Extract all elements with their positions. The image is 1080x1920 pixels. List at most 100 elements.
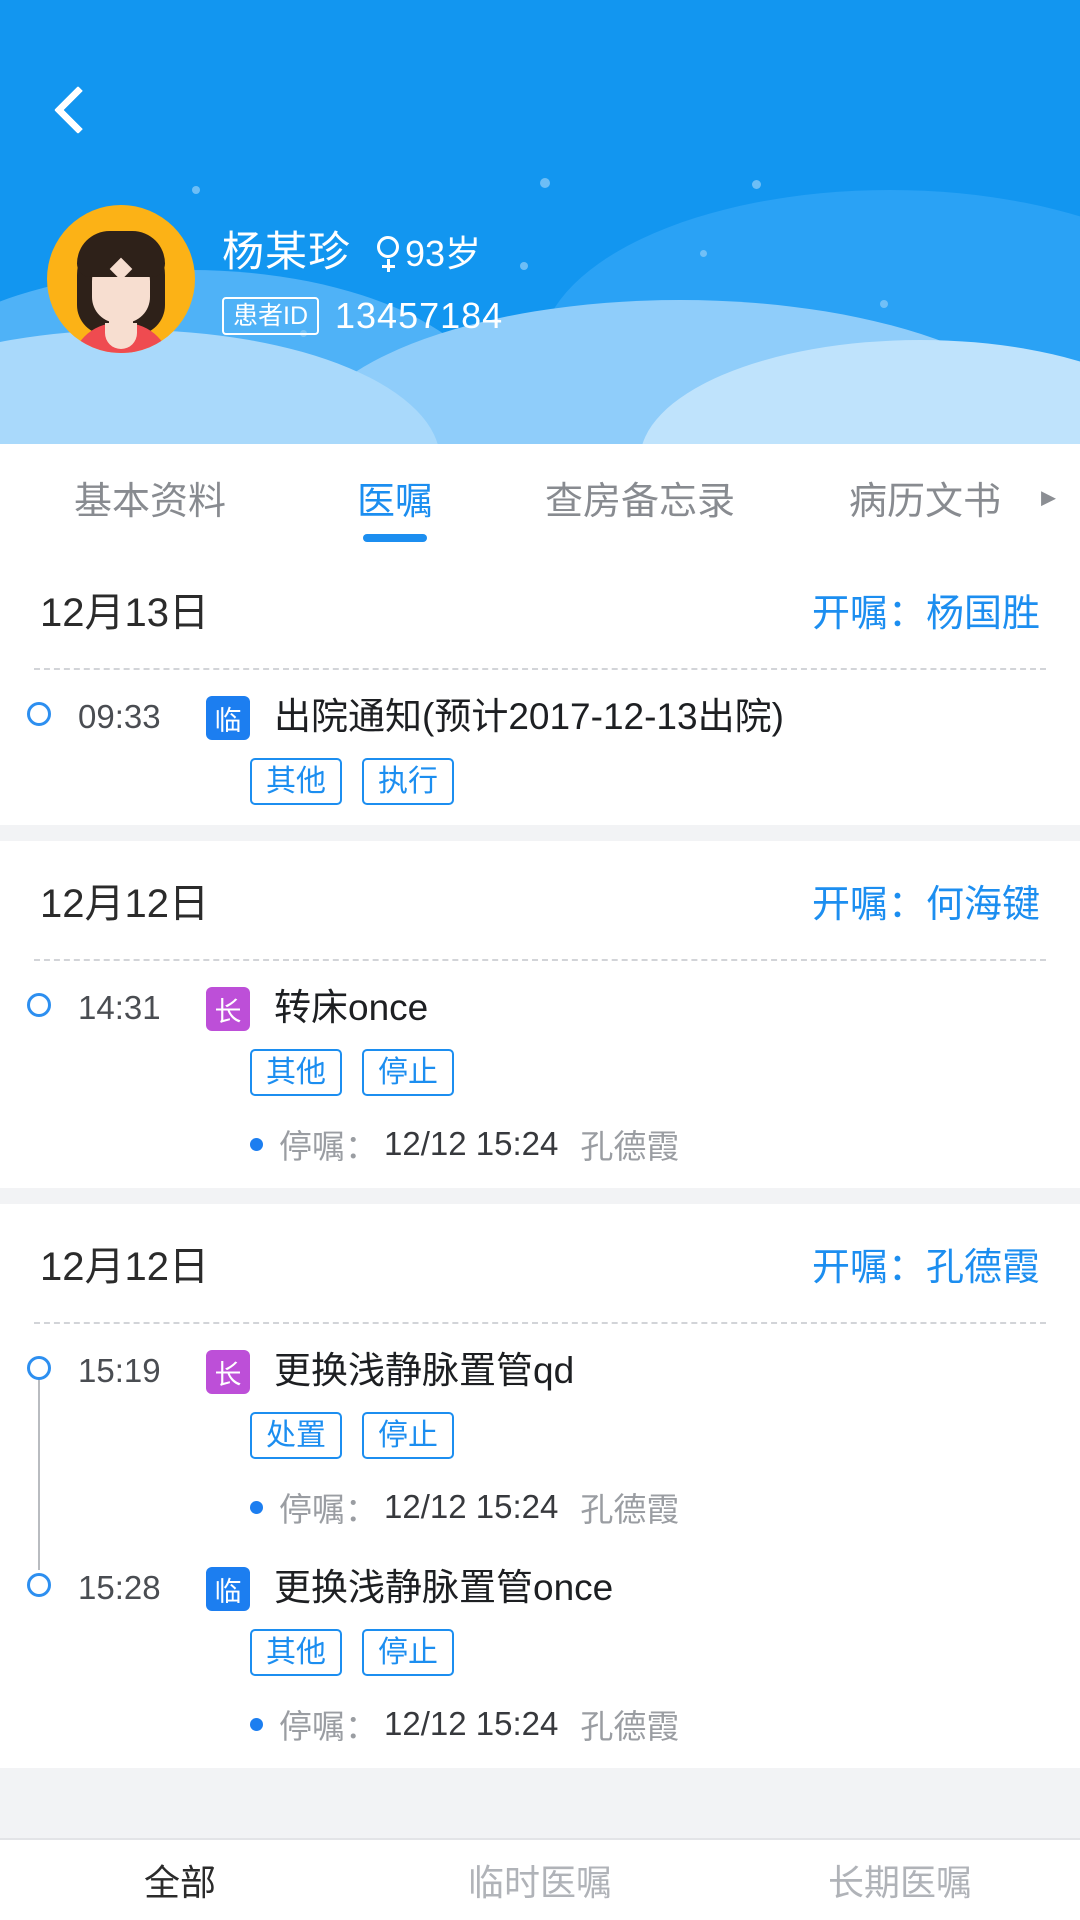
bullet-icon (250, 1717, 263, 1731)
order-list[interactable]: 12月13日 开嘱：杨国胜 09:33 临 出院通知(预计2017-12-13出… (0, 550, 1080, 1838)
bullet-icon (250, 1500, 263, 1514)
order-time: 09:33 (78, 698, 161, 735)
order-date: 12月13日 (40, 591, 209, 635)
ordering-doctor: 开嘱：杨国胜 (811, 592, 1040, 635)
tab-label: 医嘱 (356, 480, 433, 523)
stop-time: 12/12 15:24 (384, 1705, 559, 1742)
ordering-doctor: 开嘱：何海键 (811, 883, 1040, 926)
order-card[interactable]: 12月13日 开嘱：杨国胜 09:33 临 出院通知(预计2017-12-13出… (0, 550, 1080, 825)
list-item[interactable]: 15:19 长 更换浅静脉置管qd 处置 停止 停嘱： 12/12 15:24 (0, 1324, 1080, 1570)
order-card-header: 12月12日 开嘱：孔德霞 (0, 1204, 1080, 1322)
bullet-icon (250, 1137, 263, 1151)
order-row: 14:31 长 转床once (0, 987, 1080, 1031)
timeline (0, 987, 78, 1017)
tab-label: 查房备忘录 (544, 480, 735, 523)
timeline (0, 1567, 78, 1597)
order-tags: 处置 停止 (250, 1412, 1080, 1459)
tab-label: 病历文书 (848, 480, 1001, 523)
order-tag[interactable]: 停止 (362, 1629, 454, 1676)
avatar[interactable] (47, 205, 195, 353)
tab-bar: 基本资料 医嘱 查房备忘录 病历文书 ▸ (0, 444, 1080, 550)
sparkle-dot-icon (520, 262, 528, 270)
order-type-badge: 临 (206, 696, 250, 740)
sparkle-dot-icon (880, 300, 888, 308)
timeline-dot-icon (27, 993, 51, 1017)
order-stop-note: 停嘱： 12/12 15:24 孔德霞 (250, 1700, 1080, 1748)
order-meta: 其他 停止 停嘱： 12/12 15:24 孔德霞 (250, 1049, 1080, 1168)
tab-ward-round-memo[interactable]: 查房备忘录 (490, 444, 790, 550)
stop-person: 孔德霞 (580, 1491, 680, 1528)
tab-label: 基本资料 (73, 480, 226, 523)
list-item[interactable]: 15:28 临 更换浅静脉置管once 其他 停止 停嘱： 12/12 15:2… (0, 1541, 1080, 1758)
app-screen: 杨某珍 93岁 患者ID 13457184 基本资料 医嘱 查房备忘录 病历文书… (0, 0, 1080, 1920)
patient-id-row: 患者ID 13457184 (222, 295, 503, 337)
order-card-header: 12月12日 开嘱：何海键 (0, 841, 1080, 959)
order-row: 15:19 长 更换浅静脉置管qd (0, 1350, 1080, 1570)
order-meta: 其他 执行 (250, 758, 1080, 805)
order-tag[interactable]: 停止 (362, 1049, 454, 1096)
filter-temporary-orders[interactable]: 临时医嘱 (360, 1854, 720, 1906)
list-item[interactable]: 09:33 临 出院通知(预计2017-12-13出院) 其他 执行 (0, 670, 1080, 815)
patient-info: 杨某珍 93岁 患者ID 13457184 (222, 218, 503, 337)
stop-label: 停嘱： (279, 1708, 378, 1745)
order-tag[interactable]: 其他 (250, 1049, 342, 1096)
patient-name-row: 杨某珍 93岁 (222, 218, 503, 279)
order-title: 更换浅静脉置管once (274, 1567, 614, 1608)
order-tags: 其他 停止 (250, 1049, 1080, 1096)
tab-basic-info[interactable]: 基本资料 (0, 444, 300, 550)
ordering-doctor: 开嘱：孔德霞 (811, 1246, 1040, 1289)
stop-person: 孔德霞 (580, 1708, 680, 1745)
tab-medical-records[interactable]: 病历文书 ▸ (790, 444, 1060, 550)
stop-label: 停嘱： (279, 1128, 378, 1165)
order-tag[interactable]: 其他 (250, 1629, 342, 1676)
timeline (0, 1350, 78, 1570)
order-card[interactable]: 12月12日 开嘱：何海键 14:31 长 转床once 其他 停止 停嘱： 1… (0, 841, 1080, 1188)
order-card[interactable]: 12月12日 开嘱：孔德霞 15:19 长 更换浅静脉置管qd 处置 停止 停嘱… (0, 1204, 1080, 1768)
filter-long-term-orders[interactable]: 长期医嘱 (720, 1854, 1080, 1906)
stop-time: 12/12 15:24 (384, 1488, 559, 1525)
timeline-dot-icon (27, 1356, 51, 1380)
order-date: 12月12日 (40, 882, 209, 926)
order-card-header: 12月13日 开嘱：杨国胜 (0, 550, 1080, 668)
timeline-dot-icon (27, 702, 51, 726)
page-title: 杨某珍 (222, 228, 352, 275)
chevron-right-icon[interactable]: ▸ (1041, 480, 1056, 515)
stop-person: 孔德霞 (580, 1128, 680, 1165)
order-time: 14:31 (78, 989, 161, 1026)
patient-header: 杨某珍 93岁 患者ID 13457184 (0, 0, 1080, 444)
order-time: 15:28 (78, 1569, 161, 1606)
order-tag[interactable]: 执行 (362, 758, 454, 805)
order-time: 15:19 (78, 1352, 161, 1389)
back-button[interactable] (30, 62, 126, 158)
order-type-badge: 长 (206, 1350, 250, 1394)
female-gender-icon (377, 236, 403, 272)
order-meta: 处置 停止 停嘱： 12/12 15:24 孔德霞 (250, 1412, 1080, 1531)
order-tag[interactable]: 停止 (362, 1412, 454, 1459)
patient-id-value: 13457184 (335, 295, 504, 336)
order-title: 更换浅静脉置管qd (274, 1350, 575, 1391)
order-row: 15:28 临 更换浅静脉置管once (0, 1567, 1080, 1611)
order-items: 14:31 长 转床once 其他 停止 停嘱： 12/12 15:24 孔德霞 (0, 961, 1080, 1182)
order-type-badge: 长 (206, 987, 250, 1031)
tab-orders[interactable]: 医嘱 (300, 444, 490, 550)
list-item[interactable]: 14:31 长 转床once 其他 停止 停嘱： 12/12 15:24 孔德霞 (0, 961, 1080, 1178)
order-tag[interactable]: 其他 (250, 758, 342, 805)
order-type-badge: 临 (206, 1567, 250, 1611)
timeline-connector (38, 1368, 40, 1570)
timeline (0, 696, 78, 726)
order-date: 12月12日 (40, 1245, 209, 1289)
order-items: 15:19 长 更换浅静脉置管qd 处置 停止 停嘱： 12/12 15:24 (0, 1324, 1080, 1762)
bottom-filter-bar: 全部 临时医嘱 长期医嘱 (0, 1838, 1080, 1920)
order-stop-note: 停嘱： 12/12 15:24 孔德霞 (250, 1483, 1080, 1531)
patient-id-label: 患者ID (222, 296, 320, 336)
filter-all[interactable]: 全部 (0, 1854, 360, 1906)
timeline-dot-icon (27, 1573, 51, 1597)
chevron-left-icon (53, 85, 103, 135)
sparkle-dot-icon (192, 186, 200, 194)
order-row: 09:33 临 出院通知(预计2017-12-13出院) (0, 696, 1080, 740)
order-tag[interactable]: 处置 (250, 1412, 342, 1459)
patient-age: 93岁 (405, 233, 482, 274)
order-stop-note: 停嘱： 12/12 15:24 孔德霞 (250, 1120, 1080, 1168)
sparkle-dot-icon (752, 180, 761, 189)
order-title: 转床once (274, 987, 429, 1028)
